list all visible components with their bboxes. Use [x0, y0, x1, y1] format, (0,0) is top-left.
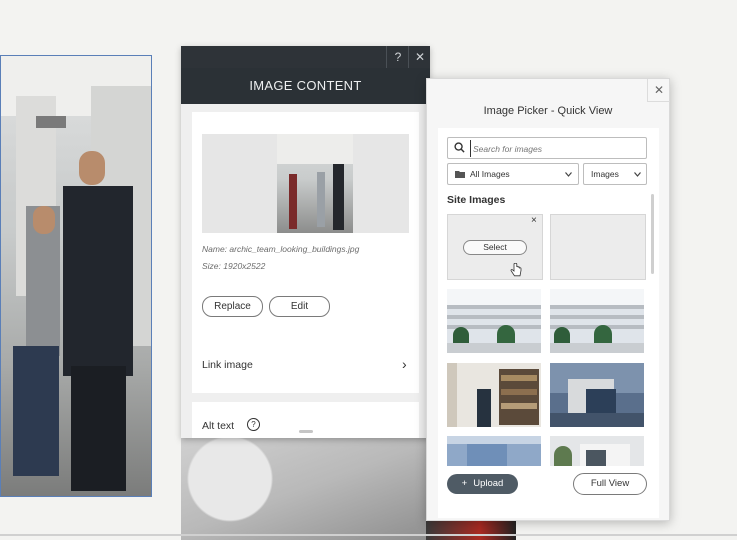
folder-icon: [455, 171, 465, 178]
image-thumbnail[interactable]: [277, 134, 353, 233]
image-tile-blue-wall[interactable]: [447, 436, 541, 466]
image-tile-building-1[interactable]: [447, 289, 541, 353]
panel-topbar: ? ✕: [181, 46, 430, 68]
replace-button[interactable]: Replace: [202, 296, 263, 317]
select-button[interactable]: Select: [463, 240, 527, 255]
background-photo-people: [0, 55, 152, 497]
image-file-name: Name: archic_team_looking_buildings.jpg: [202, 244, 360, 254]
image-preview-area: [202, 134, 409, 233]
hand-cursor-icon: [510, 263, 522, 277]
chevron-down-icon: [565, 172, 572, 177]
type-filter-select[interactable]: Images: [583, 163, 647, 185]
resize-handle[interactable]: [299, 430, 313, 433]
panel-title: IMAGE CONTENT: [181, 68, 430, 104]
image-tile-white-house[interactable]: [550, 436, 644, 466]
image-tile-building-2[interactable]: [550, 289, 644, 353]
chevron-down-icon: [634, 172, 641, 177]
image-content-panel: ? ✕ IMAGE CONTENT Name: archic_team_look…: [181, 46, 430, 438]
tile-remove-icon[interactable]: ×: [531, 215, 537, 226]
bottom-divider: [0, 534, 737, 536]
upload-button[interactable]: + Upload: [447, 474, 518, 494]
close-button[interactable]: ✕: [408, 46, 430, 68]
image-tile-selected[interactable]: × Select: [447, 214, 543, 280]
plus-icon: +: [461, 478, 468, 489]
picker-close-button[interactable]: ✕: [647, 79, 670, 102]
help-button[interactable]: ?: [386, 46, 409, 68]
link-image-row[interactable]: Link image ›: [192, 337, 419, 393]
alt-text-label: Alt text: [202, 420, 235, 432]
search-input[interactable]: [470, 140, 645, 157]
section-title: Site Images: [447, 194, 506, 206]
full-view-button[interactable]: Full View: [573, 473, 647, 495]
image-file-size: Size: 1920x2522: [202, 261, 266, 271]
image-picker-panel: ✕ Image Picker - Quick View All Images I…: [426, 78, 670, 521]
help-circle-icon[interactable]: ?: [247, 418, 260, 431]
picker-body: All Images Images Site Images × Select: [438, 128, 659, 518]
search-field[interactable]: [447, 137, 647, 159]
image-tile-modern-house[interactable]: [550, 363, 644, 427]
folder-filter-value: All Images: [470, 169, 510, 179]
background-staircase-photo: [181, 438, 426, 540]
upload-label: Upload: [473, 478, 504, 489]
edit-button[interactable]: Edit: [269, 296, 330, 317]
picker-title: Image Picker - Quick View: [483, 105, 613, 117]
search-icon: [454, 142, 465, 153]
link-image-label: Link image: [202, 359, 253, 371]
folder-filter-select[interactable]: All Images: [447, 163, 579, 185]
image-tile-empty[interactable]: [550, 214, 646, 280]
image-tile-bookshelf[interactable]: [447, 363, 541, 427]
scrollbar[interactable]: [651, 194, 654, 274]
chevron-right-icon: ›: [402, 356, 407, 372]
type-filter-value: Images: [591, 169, 619, 179]
